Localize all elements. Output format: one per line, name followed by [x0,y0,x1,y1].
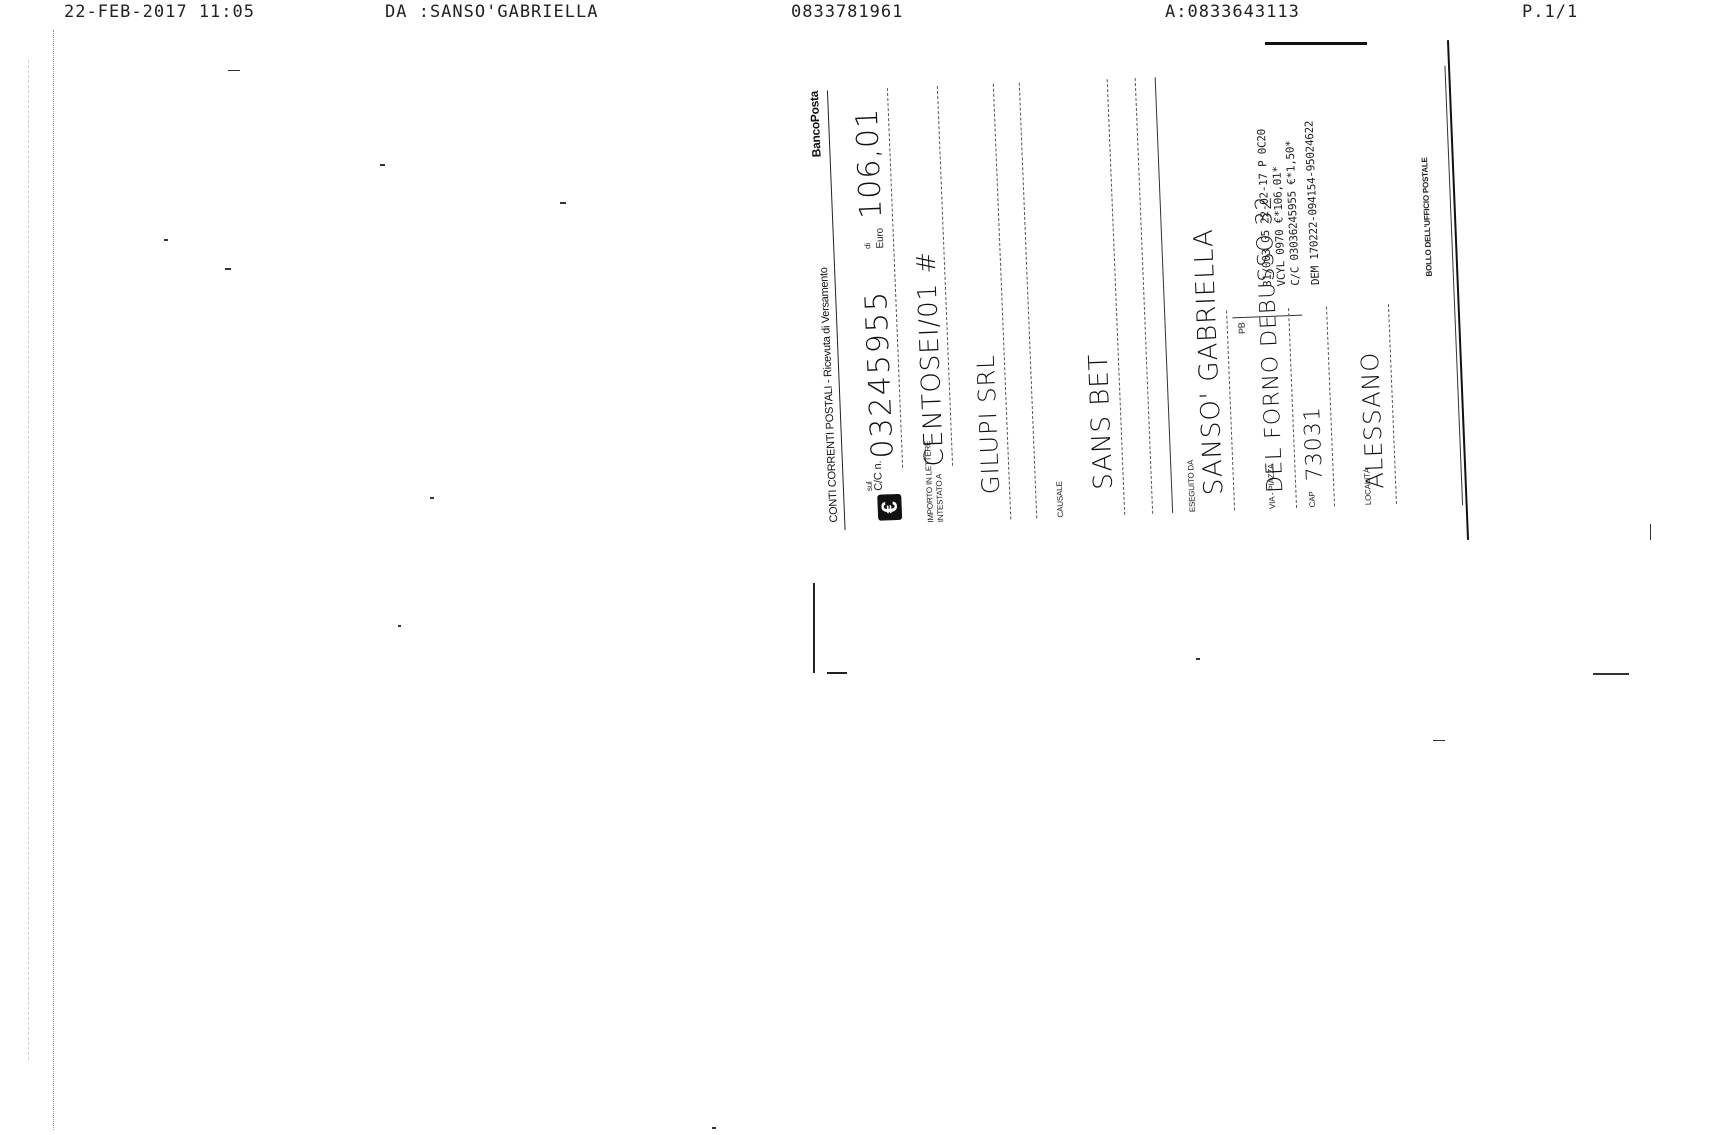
scan-speck [1196,658,1200,660]
fax-datetime: 22-FEB-2017 11:05 [64,2,255,22]
bancoposta-logo: BancoPosta [806,90,824,158]
fax-page-count: P.1/1 [1522,2,1579,22]
scan-speck [380,164,385,166]
account-holder: GILUPI SRL [971,353,1006,495]
receipt-bottom-bracket [813,583,815,673]
di-label: di [863,242,873,250]
fax-header: 22-FEB-2017 11:05 DA :SANSO'GABRIELLA 08… [0,0,1728,28]
stamp-line-4: DEM 170222-094154-95024622 [1302,120,1323,286]
scan-speck [225,268,231,270]
town-rule [1387,304,1397,504]
scan-speck [1650,524,1651,540]
payer-name: SANSO' GABRIELLA [1188,227,1230,496]
scan-speck [228,70,240,71]
post-office-stamp-label: BOLLO DELL'UFFICIO POSTALE [1420,157,1434,277]
receipt-top-rule [1265,42,1367,45]
euro-icon: € [876,493,903,521]
fax-sender-number: 0833781961 [791,2,904,22]
section-rule [1154,77,1174,513]
pb-label: PB [1236,322,1248,335]
payment-reason: SANS BET [1083,352,1120,491]
eseguito-label: ESEGUITO DA [1186,459,1198,513]
intestato-label: INTESTATO A [934,473,946,523]
causale-label: CAUSALE [1054,481,1066,518]
margin-guide [28,60,29,1060]
receipt-bottom-rule [1444,65,1464,506]
scan-speck [430,497,434,499]
payment-receipt: BancoPosta CONTI CORRENTI POSTALI - Rice… [795,40,1495,554]
account-label: C/C n. [871,460,886,491]
street-rule [1288,308,1298,508]
account-number: 03245955 [858,289,901,460]
scan-speck [164,239,168,241]
causale-rule-2 [1134,78,1154,514]
scan-speck [560,202,566,204]
payer-postcode: 73031 [1299,405,1328,482]
cap-label: CAP [1307,491,1318,508]
fax-sender: DA :SANSO'GABRIELLA [385,2,599,22]
payer-town: ALESSANO [1355,351,1390,490]
receipt-body: BancoPosta CONTI CORRENTI POSTALI - Rice… [805,55,1483,541]
fax-recipient: A:0833643113 [1165,2,1300,22]
receipt-bottom-bracket-tick [827,672,847,674]
euro-label: Euro [874,227,887,249]
scan-speck [398,625,401,627]
amount: 106,01 [849,107,890,220]
margin-rule [53,30,54,1130]
scan-speck [712,1127,716,1129]
receipt-title: CONTI CORRENTI POSTALI - Ricevuta di Ver… [818,267,841,523]
holder-rule-2 [1018,82,1038,519]
scan-speck [1433,740,1445,741]
scan-speck [1593,673,1629,675]
